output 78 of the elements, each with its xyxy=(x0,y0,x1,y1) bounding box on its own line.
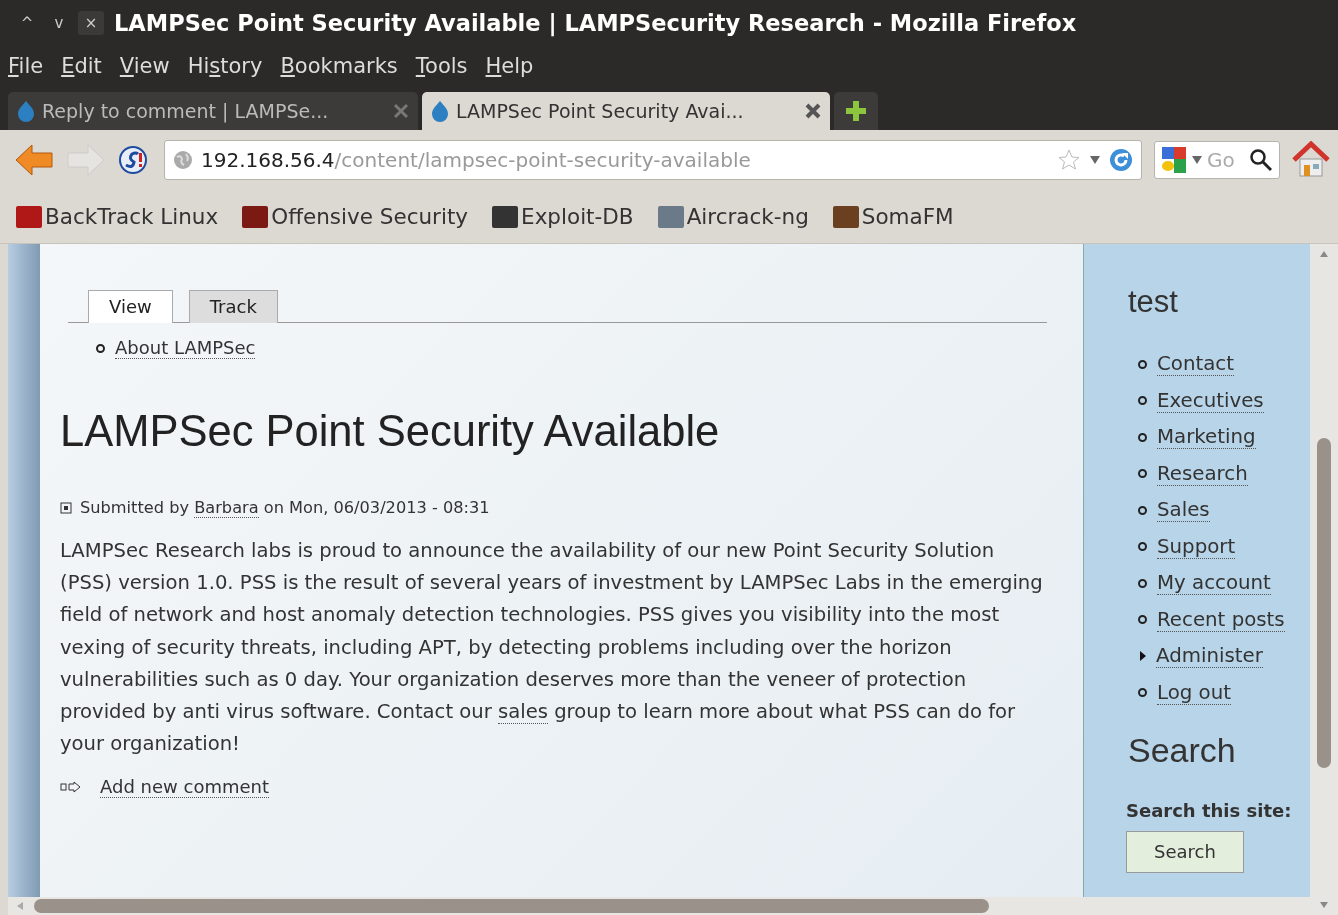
sales-link[interactable]: sales xyxy=(498,700,548,724)
article-body: LAMPSec Research labs is proud to announce the availability of our new Point Security Solution (PSS) version 1.0. PSS is the result of several years of investment by LAMPSec Labs in the emerging field of network and host anomaly detection technologies. PSS gives you visibility into the most vexing of security threats, including APT, by detecting problems including over the horizon vulnerabilities such as 0 day. Your organization deserves more than the veneer of protection provided by anti virus software. Contact our sales group to learn more about what PSS can do for your organization! xyxy=(60,538,1044,758)
breadcrumb-link[interactable]: About LAMPSec xyxy=(115,337,256,359)
scroll-left-icon[interactable] xyxy=(16,901,24,911)
menu-item[interactable]: Edit xyxy=(61,54,102,78)
sidebar-link[interactable]: My account xyxy=(1157,571,1271,595)
bookmark-link[interactable]: Aircrack-ng xyxy=(657,204,809,229)
article-title: LAMPSec Point Security Available xyxy=(60,407,721,456)
horizontal-scrollbar[interactable] xyxy=(8,897,1310,915)
close-icon[interactable] xyxy=(804,102,822,120)
search-button[interactable]: Search xyxy=(1126,830,1244,873)
search-icon[interactable] xyxy=(1249,148,1273,172)
sidebar-title: test xyxy=(1128,284,1179,320)
node-icon xyxy=(60,501,72,514)
sidebar-link[interactable]: Recent posts xyxy=(1157,607,1285,632)
search-label: Search this site: xyxy=(1126,799,1293,821)
close-icon[interactable] xyxy=(392,102,410,120)
sidebar-link[interactable]: Executives xyxy=(1157,388,1264,413)
bullet-icon xyxy=(1138,396,1147,405)
sidebar-link[interactable]: Log out xyxy=(1157,680,1231,705)
dropdown-icon[interactable] xyxy=(1191,155,1203,165)
sidebar-link[interactable]: Support xyxy=(1157,534,1236,559)
menu-item[interactable]: File xyxy=(8,54,44,78)
bookmark-link[interactable]: Exploit-DB xyxy=(492,204,634,229)
bullet-icon xyxy=(1138,469,1147,478)
bullet-icon xyxy=(1138,505,1147,515)
comment-arrow-icon xyxy=(60,781,82,794)
scroll-thumb[interactable] xyxy=(34,899,989,913)
sidebar-link[interactable]: Contact xyxy=(1157,352,1234,376)
new-tab-button[interactable] xyxy=(834,92,878,130)
star-icon[interactable] xyxy=(1057,148,1081,172)
addon-icon[interactable] xyxy=(118,145,148,175)
sidebar-link[interactable]: Administer xyxy=(1156,644,1263,668)
bullet-icon xyxy=(1138,359,1147,369)
window-control-button[interactable]: v xyxy=(46,13,72,32)
bookmark-link[interactable]: BackTrack Linux xyxy=(16,204,219,229)
bullet-icon xyxy=(1138,578,1147,588)
window-control-button[interactable]: × xyxy=(78,10,104,35)
scroll-down-icon[interactable] xyxy=(1319,901,1329,909)
drop-icon xyxy=(16,100,36,122)
bullet-icon xyxy=(1138,615,1147,624)
plus-icon[interactable] xyxy=(844,99,868,123)
search-heading: Search xyxy=(1128,730,1237,770)
sidebar-link[interactable]: Research xyxy=(1157,461,1248,486)
bullet-icon xyxy=(1138,542,1147,551)
page-tab[interactable]: Track xyxy=(188,290,278,323)
scroll-thumb[interactable] xyxy=(1317,438,1331,768)
bookmark-link[interactable]: SomaFM xyxy=(832,204,954,229)
menu-item[interactable]: History xyxy=(187,54,263,78)
search-engine-icon[interactable] xyxy=(1161,146,1187,174)
bullet-icon xyxy=(1138,688,1147,697)
author-link[interactable]: Barbara xyxy=(194,498,259,518)
globe-icon xyxy=(173,150,193,170)
submitted-text: Submitted by Barbara on Mon, 06/03/2013 - 08:31 xyxy=(80,498,490,517)
dropdown-icon[interactable] xyxy=(1089,155,1101,165)
address-field[interactable]: 192.168.56.4/content/lampsec-point-security-available xyxy=(164,140,1142,180)
drop-icon xyxy=(430,100,450,122)
browser-tab[interactable]: Reply to comment | LAMPSe... xyxy=(8,92,418,130)
back-icon[interactable] xyxy=(14,142,54,178)
vertical-scrollbar[interactable] xyxy=(1310,244,1338,915)
add-comment-link[interactable]: Add new comment xyxy=(100,776,269,799)
sidebar-link[interactable]: Sales xyxy=(1157,498,1210,522)
collapsed-arrow-icon xyxy=(1140,651,1146,661)
menu-item[interactable]: View xyxy=(119,54,170,78)
menu-item[interactable]: Bookmarks xyxy=(280,54,398,78)
sidebar-link[interactable]: Marketing xyxy=(1157,425,1256,449)
menu-item[interactable]: Tools xyxy=(415,54,468,78)
page-tab[interactable]: View xyxy=(88,290,173,323)
bookmark-link[interactable]: Offensive Security xyxy=(242,204,469,229)
home-icon[interactable] xyxy=(1292,141,1330,179)
scroll-up-icon[interactable] xyxy=(1319,250,1329,258)
reload-icon[interactable] xyxy=(1109,148,1133,172)
browser-tab[interactable]: LAMPSec Point Security Avai... xyxy=(422,92,830,130)
menu-item[interactable]: Help xyxy=(485,54,534,78)
bullet-icon xyxy=(1138,432,1147,442)
window-title: LAMPSec Point Security Available | LAMPSecurity Research - Mozilla Firefox xyxy=(114,9,1077,36)
window-control-button[interactable]: ^ xyxy=(14,13,40,32)
bullet-icon xyxy=(96,343,105,353)
